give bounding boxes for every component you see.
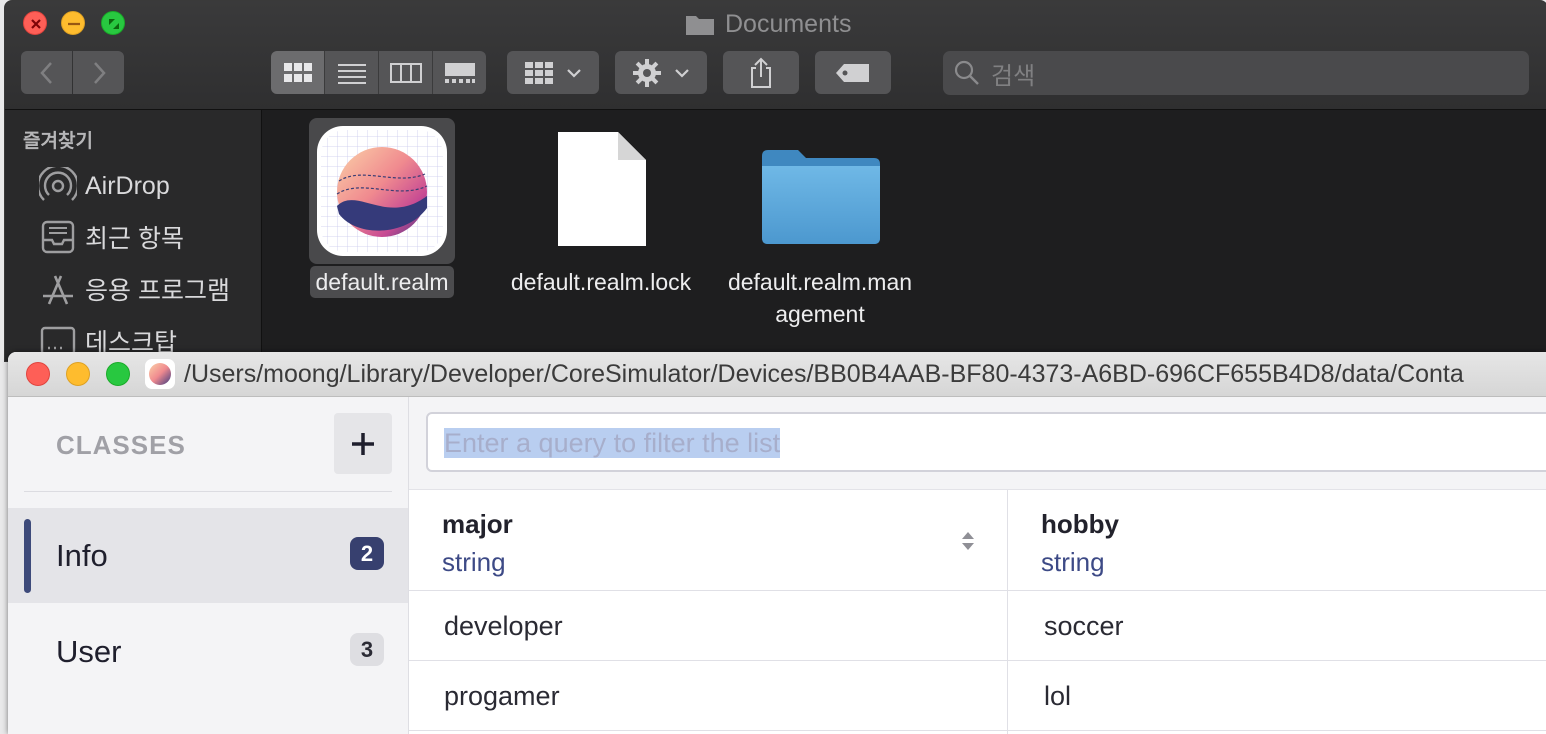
list-view-button[interactable] — [325, 51, 379, 94]
column-view-icon — [389, 62, 422, 83]
search-placeholder: 검색 — [991, 62, 1036, 90]
grid-view-icon — [283, 62, 312, 82]
fullscreen-icon — [107, 363, 131, 387]
column-view-button[interactable] — [379, 51, 433, 94]
sidebar-item-label: 최근 항목 — [85, 225, 184, 253]
minimize-icon — [67, 363, 91, 387]
divider — [24, 491, 392, 492]
zoom-button[interactable] — [106, 362, 130, 386]
class-name: Info — [56, 538, 108, 573]
realm-titlebar: /Users/moong/Library/Developer/CoreSimul… — [8, 352, 1546, 397]
active-indicator — [24, 519, 31, 593]
query-bar: Enter a query to filter the list — [409, 397, 1546, 490]
column-type: string — [1041, 547, 1105, 577]
table-header-row: major string hobby string — [409, 490, 1546, 591]
sidebar-item-applications[interactable]: 응용 프로그램 — [39, 269, 230, 309]
add-class-button[interactable] — [334, 413, 392, 474]
gallery-view-button[interactable] — [433, 51, 486, 94]
applications-icon — [43, 275, 73, 305]
sidebar-item-recents[interactable]: 최근 항목 — [39, 217, 184, 257]
sidebar-item-airdrop[interactable]: AirDrop — [39, 166, 170, 206]
class-name: User — [56, 634, 122, 669]
document-icon — [558, 132, 646, 246]
minimize-button[interactable] — [61, 11, 85, 35]
share-button[interactable] — [723, 51, 799, 94]
realm-studio-window: /Users/moong/Library/Developer/CoreSimul… — [8, 352, 1546, 734]
file-name-line-2: agement — [775, 301, 865, 327]
tag-button[interactable] — [815, 51, 891, 94]
column-header-major[interactable]: major string — [409, 490, 1007, 590]
group-by-dropdown[interactable] — [507, 51, 599, 94]
class-item-info[interactable]: Info 2 — [8, 508, 408, 603]
realm-app-icon — [145, 359, 175, 389]
sidebar-item-label: 응용 프로그램 — [85, 277, 230, 305]
tag-icon — [836, 63, 869, 82]
table-row[interactable]: progamer lol — [409, 661, 1546, 731]
chevron-right-icon — [93, 61, 106, 84]
table-row[interactable]: developer soccer — [409, 591, 1546, 661]
column-title: hobby — [1041, 509, 1119, 539]
file-name: default.realm — [309, 266, 455, 298]
close-icon — [31, 19, 41, 29]
sidebar-item-label: AirDrop — [85, 171, 170, 200]
content-area: Enter a query to filter the list major s… — [409, 397, 1546, 734]
minimize-icon — [68, 22, 80, 26]
column-title: major — [442, 509, 513, 539]
gallery-view-icon — [444, 62, 475, 83]
chevron-left-icon — [39, 61, 52, 84]
class-count-badge: 2 — [350, 537, 384, 570]
zoom-button[interactable] — [101, 11, 125, 35]
group-icon — [525, 61, 553, 84]
icon-view-button[interactable] — [271, 51, 325, 94]
finder-file-area: default.realm default.realm.lock default… — [262, 110, 1546, 361]
finder-sidebar: 즐겨찾기 AirDrop 최근 항목 응용 프로그램 데스크탑 — [5, 110, 262, 361]
cell-major[interactable]: developer — [444, 611, 563, 642]
file-path: /Users/moong/Library/Developer/CoreSimul… — [184, 360, 1464, 388]
classes-panel: CLASSES Info 2 User 3 — [8, 397, 409, 734]
list-view-icon — [337, 63, 366, 84]
plus-icon — [352, 432, 374, 455]
back-button[interactable] — [21, 51, 72, 94]
action-dropdown[interactable] — [615, 51, 707, 94]
window-title: Documents — [685, 9, 851, 39]
window-title-text: Documents — [725, 9, 852, 38]
favorites-header: 즐겨찾기 — [23, 131, 93, 152]
view-mode-segmented — [271, 51, 486, 94]
chevron-down-icon — [567, 68, 581, 78]
finder-window: Documents 검색 즐겨찾기 AirDrop 최근 항목 응용 프로그램 … — [4, 0, 1546, 362]
sort-icon[interactable] — [960, 530, 976, 552]
fullscreen-icon — [109, 19, 119, 29]
recents-icon — [41, 220, 75, 254]
cell-major[interactable]: progamer — [444, 681, 560, 712]
classes-header: CLASSES — [56, 430, 186, 460]
file-name-line-1: default.realm.man — [727, 269, 913, 295]
file-name: default.realm.lock — [510, 269, 692, 295]
share-icon — [751, 57, 771, 88]
cell-hobby[interactable]: lol — [1044, 681, 1071, 712]
search-field[interactable]: 검색 — [943, 51, 1529, 95]
column-header-hobby[interactable]: hobby string — [1008, 490, 1546, 590]
gear-icon — [633, 58, 661, 87]
close-button[interactable] — [23, 11, 47, 35]
class-count-badge: 3 — [350, 633, 384, 666]
class-item-user[interactable]: User 3 — [8, 604, 408, 699]
airdrop-icon — [39, 167, 77, 201]
query-placeholder: Enter a query to filter the list — [444, 428, 781, 458]
query-input[interactable]: Enter a query to filter the list — [426, 412, 1546, 472]
folder-icon — [686, 16, 714, 35]
finder-toolbar: Documents 검색 — [5, 1, 1546, 110]
close-icon — [27, 363, 51, 387]
minimize-button[interactable] — [66, 362, 90, 386]
chevron-down-icon — [675, 68, 689, 78]
column-type: string — [442, 547, 506, 577]
search-icon — [954, 60, 979, 85]
forward-button[interactable] — [73, 51, 124, 94]
realm-file-icon — [317, 126, 447, 256]
folder-icon — [762, 150, 880, 244]
cell-hobby[interactable]: soccer — [1044, 611, 1124, 642]
close-button[interactable] — [26, 362, 50, 386]
